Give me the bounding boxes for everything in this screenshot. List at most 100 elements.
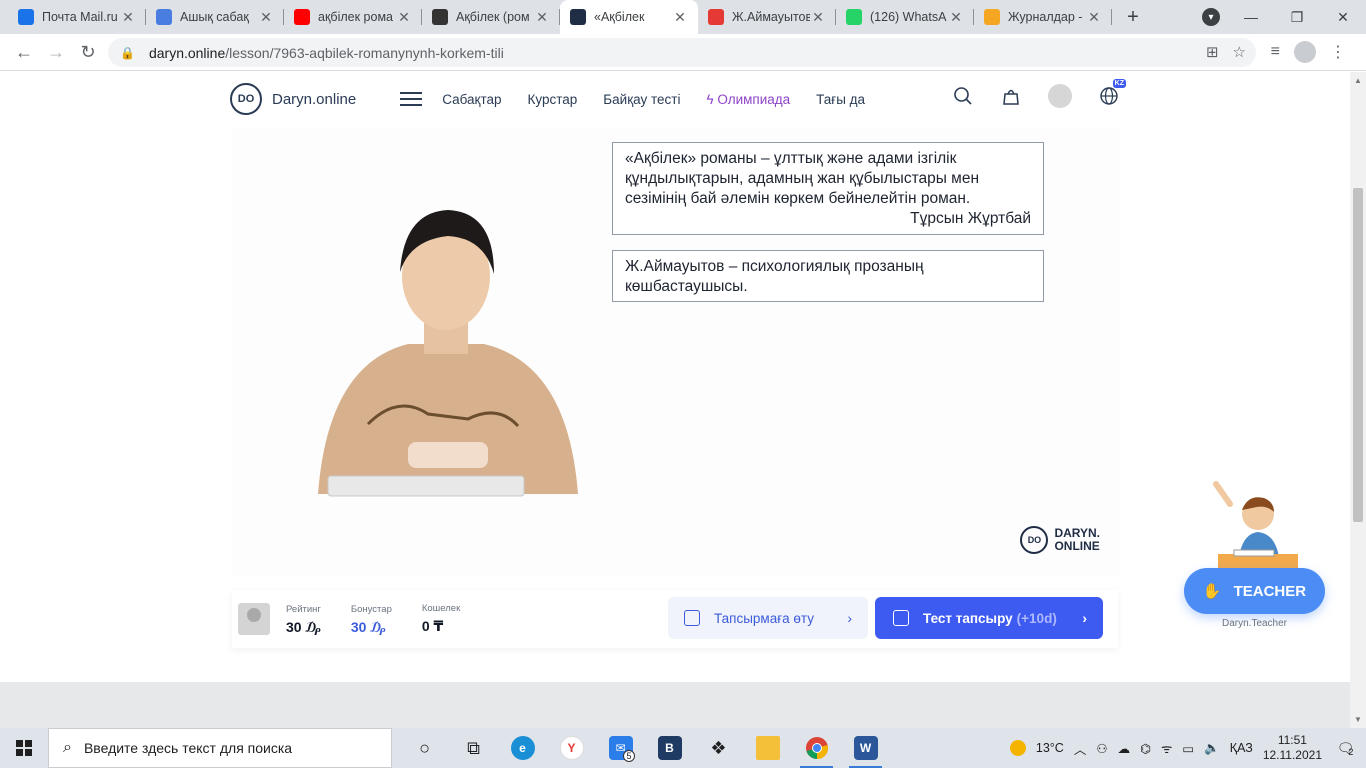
- tab-title: (126) WhatsA: [870, 10, 947, 24]
- bookmark-star-icon[interactable]: ☆: [1233, 43, 1246, 61]
- test-icon: [893, 610, 909, 626]
- daryn-icon: [570, 9, 586, 25]
- test-bonus: (+10d): [1016, 610, 1057, 626]
- maximize-icon[interactable]: ❐: [1274, 9, 1320, 26]
- lesson-video[interactable]: «Ақбілек» романы – ұлттық және адами ізг…: [232, 128, 1120, 576]
- task-view-icon[interactable]: ⧉: [449, 728, 498, 768]
- close-tab-icon[interactable]: ✕: [672, 9, 688, 26]
- browser-tab[interactable]: Почта Mail.ru ✕: [8, 0, 146, 34]
- clock[interactable]: 11:51 12.11.2021: [1263, 733, 1322, 763]
- menu-item-trial-test[interactable]: Байқау тесті: [603, 92, 680, 107]
- browser-tab[interactable]: Ашық сабақ ✕: [146, 0, 284, 34]
- cortana-icon[interactable]: ○: [400, 728, 449, 768]
- reload-icon[interactable]: ↻: [72, 42, 104, 63]
- battery-icon[interactable]: ▭: [1182, 741, 1194, 756]
- people-icon[interactable]: ⚇: [1096, 741, 1107, 756]
- site-logo[interactable]: DO Daryn.online: [230, 83, 356, 115]
- temperature[interactable]: 13°C: [1036, 741, 1064, 755]
- scroll-down-icon[interactable]: ▼: [1354, 715, 1362, 724]
- hamburger-menu-icon[interactable]: [400, 92, 423, 106]
- quote-line: құндылықтарын, адамның жан құбылыстары м…: [625, 170, 980, 187]
- bulb-icon: [984, 9, 1000, 25]
- teacher-button[interactable]: ✋ TEACHER: [1184, 568, 1325, 614]
- translate-icon[interactable]: ⊞: [1206, 43, 1219, 61]
- close-tab-icon[interactable]: ✕: [258, 9, 274, 26]
- more-menu-icon[interactable]: ⋮: [1330, 42, 1346, 62]
- close-tab-icon[interactable]: ✕: [396, 9, 412, 26]
- user-avatar[interactable]: [1048, 84, 1072, 108]
- language-badge: KZ: [1112, 79, 1126, 88]
- browser-tab[interactable]: Журналдар - ✕: [974, 0, 1112, 34]
- close-tab-icon[interactable]: ✕: [948, 9, 964, 26]
- file-explorer-icon[interactable]: [743, 728, 792, 768]
- reading-list-icon[interactable]: ≡: [1271, 43, 1280, 61]
- menu-item-lessons[interactable]: Сабақтар: [442, 92, 501, 107]
- address-bar[interactable]: 🔒 daryn.online/lesson/7963-aqbilek-roman…: [108, 38, 1256, 67]
- browser-tab[interactable]: Ақбілек (ром ✕: [422, 0, 560, 34]
- logo-name: Daryn.online: [272, 90, 357, 108]
- close-tab-icon[interactable]: ✕: [120, 9, 136, 26]
- browser-tab[interactable]: ақбілек рома ✕: [284, 0, 422, 34]
- chevron-up-icon[interactable]: ︿: [1074, 739, 1087, 758]
- minimize-icon[interactable]: —: [1228, 9, 1274, 25]
- scrollbar-thumb[interactable]: [1353, 188, 1363, 522]
- chevron-right-icon: ›: [1082, 610, 1087, 626]
- onedrive-icon[interactable]: ☁: [1118, 741, 1131, 756]
- quote-author: Тұрсын Жұртбай: [910, 210, 1031, 227]
- header-icons: KZ: [952, 79, 1126, 108]
- taskbar-search-box[interactable]: ⌕ Введите здесь текст для поиска: [48, 728, 392, 768]
- window-controls: — ❐ ✕: [1228, 0, 1366, 34]
- tab-title: Журналдар -: [1008, 10, 1083, 24]
- weather-sun-icon[interactable]: [1009, 740, 1026, 756]
- scroll-up-icon[interactable]: ▲: [1354, 76, 1362, 85]
- menu-item-more[interactable]: Тағы да: [816, 92, 865, 107]
- volume-icon[interactable]: 🔈: [1204, 741, 1220, 756]
- browser-tab[interactable]: (126) WhatsA ✕: [836, 0, 974, 34]
- whatsapp-icon: [846, 9, 862, 25]
- hand-icon: ✋: [1202, 583, 1222, 600]
- search-icon: ⌕: [63, 739, 72, 756]
- footer-band: [0, 682, 1350, 728]
- browser-tab[interactable]: Ж.Аймауытов ✕: [698, 0, 836, 34]
- close-tab-icon[interactable]: ✕: [534, 9, 550, 26]
- edge-icon[interactable]: e: [498, 728, 547, 768]
- yandex-browser-icon[interactable]: Y: [547, 728, 596, 768]
- mail-app-icon[interactable]: ✉ 5: [596, 728, 645, 768]
- rating-value: 30 ₯: [286, 618, 321, 635]
- browser-tabstrip: Почта Mail.ru ✕ Ашық сабақ ✕ ақбілек рома ✕ Ақ…: [0, 0, 1366, 34]
- menu-item-olympiad[interactable]: ϟ Олимпиада: [706, 92, 790, 107]
- tab-search-icon[interactable]: ▾: [1202, 8, 1220, 26]
- browser-tab[interactable]: «Ақбілек ✕: [560, 0, 698, 34]
- menu-item-courses[interactable]: Курстар: [528, 92, 578, 107]
- cart-bag-icon[interactable]: [1000, 85, 1022, 107]
- word-icon[interactable]: W: [841, 728, 890, 768]
- chrome-icon[interactable]: [792, 728, 841, 768]
- close-tab-icon[interactable]: ✕: [810, 9, 826, 26]
- bonus-stat: Бонустар 30 ₯: [351, 604, 392, 635]
- wifi-icon[interactable]: ᯤ: [1161, 740, 1172, 757]
- watermark-badge: DO: [1020, 526, 1049, 554]
- search-icon[interactable]: [952, 85, 974, 107]
- b-app-icon[interactable]: B: [645, 728, 694, 768]
- windows-start-button[interactable]: [0, 728, 48, 768]
- go-to-task-button[interactable]: Тапсырмаға өту ›: [668, 597, 868, 639]
- lock-icon[interactable]: 🔒: [120, 46, 135, 60]
- close-window-icon[interactable]: ✕: [1320, 9, 1366, 26]
- language-indicator[interactable]: ҚАЗ: [1230, 741, 1253, 755]
- network-icon[interactable]: ⌬: [1140, 741, 1151, 756]
- dropbox-icon[interactable]: ❖: [694, 728, 743, 768]
- quote-line: «Ақбілек» романы – ұлттық және адами ізг…: [625, 150, 957, 167]
- user-thumbnail: [238, 603, 270, 635]
- notifications-icon[interactable]: 🗨 2: [1332, 735, 1358, 761]
- fact-box: Ж.Аймауытов – психологиялық прозаның көш…: [612, 250, 1044, 302]
- close-tab-icon[interactable]: ✕: [1086, 9, 1102, 26]
- take-test-button[interactable]: Тест тапсыру (+10d) ›: [875, 597, 1103, 639]
- new-tab-button[interactable]: +: [1118, 0, 1148, 34]
- profile-avatar[interactable]: [1294, 41, 1316, 63]
- page-scrollbar[interactable]: ▲ ▼: [1350, 72, 1366, 728]
- back-icon[interactable]: ←: [8, 42, 40, 63]
- forward-icon[interactable]: →: [40, 42, 72, 63]
- language-globe-icon[interactable]: KZ: [1098, 79, 1126, 107]
- wallet-label: Кошелек: [421, 603, 461, 614]
- video-watermark: DO DARYN. ONLINE: [1020, 526, 1100, 554]
